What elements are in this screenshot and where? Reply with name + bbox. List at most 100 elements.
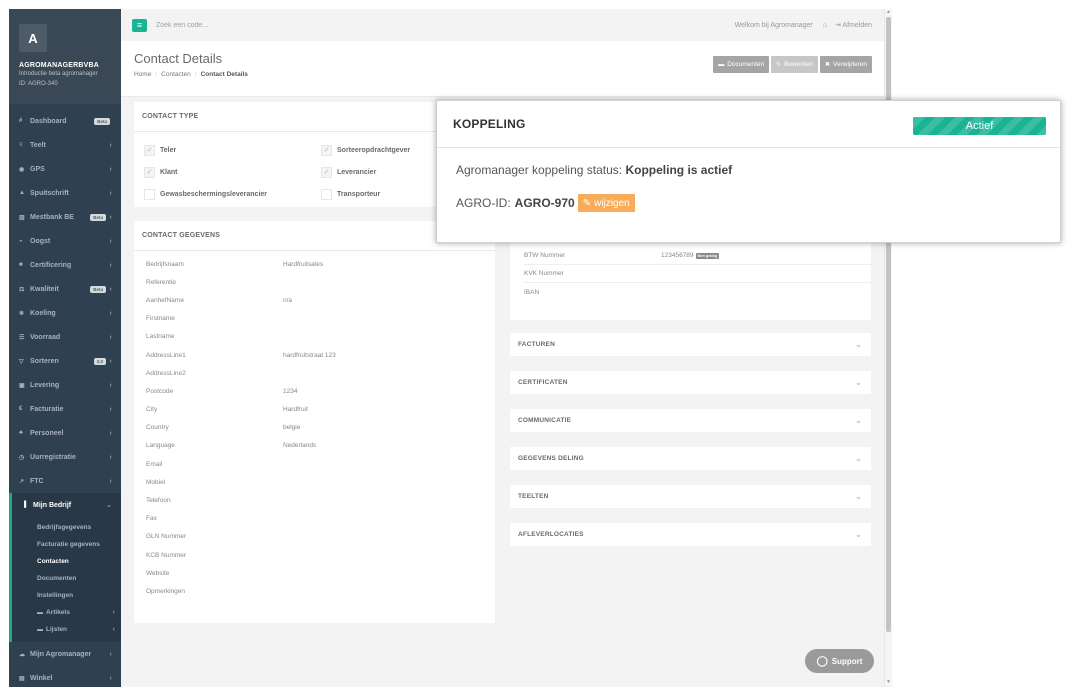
sidebar-personeel-icon: ♣: [19, 430, 23, 436]
sidebar-item-kwaliteit[interactable]: ⚖ Kwaliteit Beta ‹: [9, 277, 121, 301]
sidebar-ftc-icon: ↗: [19, 478, 25, 485]
sidebar-oogst-icon: ◒: [19, 238, 23, 244]
sidebar-kwaliteit-icon: ⚖: [19, 286, 25, 293]
field-label-fax: Fax: [146, 515, 157, 523]
sidebar-item-gps[interactable]: ◉ GPS ‹: [9, 157, 121, 181]
submenu-item-facturatie-gegevens[interactable]: Facturatie gegevens: [12, 536, 121, 553]
agro-id-line: AGRO-ID: AGRO-970 ✎ wijzigen: [456, 194, 1041, 212]
section-title: TEELTEN: [518, 493, 549, 500]
submenu-item-lijsten[interactable]: ▬ Lijsten ‹: [12, 621, 121, 638]
breadcrumb-home[interactable]: Home: [134, 71, 151, 78]
scroll-up-icon[interactable]: ▲: [886, 9, 891, 15]
home-icon[interactable]: ⌂: [823, 22, 827, 29]
table-row: GLN Nummer: [146, 528, 486, 546]
checkbox-transporteur[interactable]: [321, 188, 332, 200]
search-input[interactable]: [156, 21, 356, 29]
chevron-left-icon: ‹: [109, 165, 112, 173]
submenu-item-label: Contacten: [37, 558, 69, 565]
sidebar-levering-icon: ▣: [19, 382, 25, 389]
sidebar-submenu: Bedrijfsgegevens Facturatie gegevens Conta…: [9, 517, 121, 642]
section-title: GEGEVENS DELING: [518, 455, 584, 462]
sidebar-item-spuitschrift[interactable]: ▲ Spuitschrift ‹: [9, 181, 121, 205]
sidebar-badge: Beta: [94, 117, 110, 125]
sidebar-item-mijn-agromanager[interactable]: ☁ Mijn Agromanager ‹: [9, 642, 121, 666]
sidebar-item-winkel[interactable]: ▤ Winkel ‹: [9, 666, 121, 687]
page-heading: Contact Details Home / Contacten / Conta…: [121, 41, 884, 97]
sidebar-item-voorraad[interactable]: ☰ Voorraad ‹: [9, 325, 121, 349]
contact-type-klant[interactable]: ✓ Klant: [144, 166, 321, 178]
sidebar-item-mestbank-be[interactable]: ▥ Mestbank BE Beta ‹: [9, 205, 121, 229]
checkbox-sorteeropdrachtgever[interactable]: ✓: [321, 144, 332, 156]
submenu-item-bedrijfsgegevens[interactable]: Bedrijfsgegevens: [12, 519, 121, 536]
checkbox-klant[interactable]: ✓: [144, 166, 155, 178]
section-certificaten[interactable]: CERTIFICATEN ⌄: [510, 371, 871, 394]
sidebar-item-oogst[interactable]: ◒ Oogst ‹: [9, 229, 121, 253]
sidebar-item-personeel[interactable]: ♣ Personeel ‹: [9, 421, 121, 445]
chat-bubble-icon: ◯: [816, 655, 828, 667]
sidebar: A AGROMANAGERBVBA Introductie beta agrom…: [9, 9, 121, 687]
chevron-down-icon: ⌄: [855, 416, 862, 425]
section-communicatie[interactable]: COMMUNICATIE ⌄: [510, 409, 871, 432]
submenu-item-instellingen[interactable]: Instellingen: [12, 587, 121, 604]
bewerken-button[interactable]: ✎ Bewerken: [771, 56, 818, 73]
sidebar-item-certificering[interactable]: ■ Certificering ‹: [9, 253, 121, 277]
bewerken-icon: ✎: [776, 62, 782, 68]
sidebar-item-levering[interactable]: ▣ Levering ‹: [9, 373, 121, 397]
support-button[interactable]: ◯ Support: [805, 649, 874, 673]
checkbox-label: Transporteur: [337, 190, 381, 198]
contact-type-teler[interactable]: ✓ Teler: [144, 144, 321, 156]
breadcrumb-contacten[interactable]: Contacten: [161, 71, 191, 78]
company-logo[interactable]: A: [19, 24, 47, 52]
sidebar-item-dashboard[interactable]: # Dashboard Beta: [9, 109, 121, 133]
sidebar-item-koeling[interactable]: ❄ Koeling ‹: [9, 301, 121, 325]
sidebar-item-teelt[interactable]: ≡ Teelt ‹: [9, 133, 121, 157]
modal-title: KOPPELING: [453, 117, 526, 131]
checkbox-leverancier[interactable]: ✓: [321, 166, 332, 178]
chevron-down-icon: ⌄: [855, 378, 862, 387]
logout-label: Afmelden: [842, 22, 872, 29]
sidebar-item-facturatie[interactable]: € Facturatie ‹: [9, 397, 121, 421]
modal-header: KOPPELING Actief: [437, 101, 1060, 148]
sidebar-item-mijn-bedrijf[interactable]: ▐ Mijn Bedrijf ⌄: [9, 493, 121, 517]
submenu-item-documenten[interactable]: Documenten: [12, 570, 121, 587]
checkbox-teler[interactable]: ✓: [144, 144, 155, 156]
breadcrumb: Home / Contacten / Contact Details: [134, 71, 248, 78]
verwijderen-button[interactable]: ✖ Verwijderen: [820, 56, 872, 73]
top-navbar: ≡ Welkom bij Agromanager ⌂ ⇥ Afmelden: [121, 9, 884, 41]
field-label-lastname: Lastname: [146, 333, 175, 341]
koppeling-status-line: Agromanager koppeling status: Koppeling …: [456, 163, 1041, 177]
table-row: Telefoon: [146, 491, 486, 509]
scroll-down-icon[interactable]: ▼: [886, 679, 891, 685]
table-row: IBAN: [524, 283, 871, 301]
submenu-item-contacten[interactable]: Contacten: [12, 553, 121, 570]
section-gegevens-deling[interactable]: GEGEVENS DELING ⌄: [510, 447, 871, 470]
field-label-country: Country: [146, 424, 169, 432]
folder-icon: ▬: [37, 626, 43, 633]
chevron-left-icon: ‹: [109, 213, 112, 221]
table-row: Fax: [146, 510, 486, 528]
menu-toggle-button[interactable]: ≡: [132, 18, 147, 32]
sidebar-item-ftc[interactable]: ↗ FTC ‹: [9, 469, 121, 493]
sidebar-item-uurregistratie[interactable]: ◷ Uurregistratie ‹: [9, 445, 121, 469]
table-row: Bedrijfsnaam Hardfruitsales: [146, 255, 486, 273]
company-name[interactable]: AGROMANAGERBVBA: [19, 62, 111, 69]
contact-type-gewasbeschermingsleverancier[interactable]: Gewasbeschermingsleverancier: [144, 188, 321, 200]
folder-icon: ▬: [37, 609, 43, 616]
sidebar-item-label: Personeel: [30, 429, 64, 437]
sidebar-item-label: Certificering: [30, 261, 72, 269]
checkbox-gewasbeschermingsleverancier[interactable]: [144, 188, 155, 200]
field-label-aanhefname: AanhefName: [146, 296, 184, 304]
section-teelten[interactable]: TEELTEN ⌄: [510, 485, 871, 508]
logout-icon: ⇥: [834, 22, 841, 29]
documenten-button[interactable]: ▬ Documenten: [713, 56, 770, 73]
submenu-item-artikels[interactable]: ▬ Artikels ‹: [12, 604, 121, 621]
chevron-left-icon: ‹: [109, 141, 112, 149]
wijzigen-button[interactable]: ✎ wijzigen: [577, 194, 635, 212]
sidebar-item-sorteren[interactable]: ▽ Sorteren 2.0 ‹: [9, 349, 121, 373]
app-window: A AGROMANAGERBVBA Introductie beta agrom…: [0, 0, 1081, 687]
section-facturen[interactable]: FACTUREN ⌄: [510, 333, 871, 356]
section-afleverlocaties[interactable]: AFLEVERLOCATIES ⌄: [510, 523, 871, 546]
logout-link[interactable]: ⇥ Afmelden: [835, 21, 872, 29]
section-title: COMMUNICATIE: [518, 417, 572, 424]
field-value-btw-nummer: 123456789: [661, 252, 694, 259]
